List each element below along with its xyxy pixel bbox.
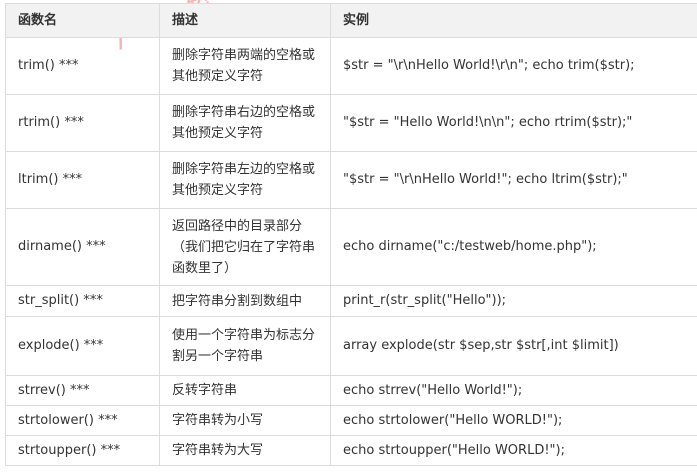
header-function-name: 函数名 [5, 3, 160, 38]
table-row: rtrim() *** 删除字符串右边的空格或其他预定义字符 "$str = "… [5, 94, 697, 152]
table-row: strrev() *** 反转字符串 echo strrev("Hello Wo… [5, 375, 697, 406]
example-cell: "$str = "Hello World!\n\n"; echo rtrim($… [330, 94, 697, 152]
example-cell: echo strtolower("Hello WORLD!"); [330, 405, 697, 436]
example-cell: echo strrev("Hello World!"); [330, 375, 697, 406]
function-name-cell: strrev() *** [5, 375, 160, 406]
table-row: strtolower() *** 字符串转为小写 echo strtolower… [5, 405, 697, 436]
table-row: str_split() *** 把字符串分割到数组中 print_r(str_s… [5, 285, 697, 317]
header-row: 函数名 描述 实例 [5, 3, 697, 38]
description-cell: 反转字符串 [159, 375, 331, 406]
function-table: 函数名 描述 实例 trim() *** 删除字符串两端的空格或其他预定义字符 … [5, 3, 697, 466]
description-cell: 把字符串分割到数组中 [159, 285, 331, 317]
example-cell: print_r(str_split("Hello")); [330, 285, 697, 317]
example-cell: echo strtoupper("Hello WORLD!"); [330, 435, 697, 466]
function-name-cell: explode() *** [5, 316, 160, 376]
example-cell: $str = "\r\nHello World!\r\n"; echo trim… [330, 37, 697, 95]
table-row: trim() *** 删除字符串两端的空格或其他预定义字符 $str = "\r… [5, 37, 697, 95]
function-name-cell: strtoupper() *** [5, 435, 160, 466]
function-name-cell: strtolower() *** [5, 405, 160, 436]
description-cell: 使用一个字符串为标志分割另一个字符串 [159, 316, 331, 376]
header-description: 描述 [159, 3, 331, 38]
function-name-cell: trim() *** [5, 37, 160, 95]
description-cell: 删除字符串两端的空格或其他预定义字符 [159, 37, 331, 95]
table-row: explode() *** 使用一个字符串为标志分割另一个字符串 array e… [5, 316, 697, 376]
header-example: 实例 [330, 3, 697, 38]
example-cell: echo dirname("c:/testweb/home.php"); [330, 208, 697, 286]
example-cell: "$str = "\r\nHello World!"; echo ltrim($… [330, 151, 697, 209]
description-cell: 返回路径中的目录部分（我们把它归在了字符串函数里了） [159, 208, 331, 286]
example-cell: array explode(str $sep,str $str[,int $li… [330, 316, 697, 376]
function-name-cell: ltrim() *** [5, 151, 160, 209]
table-row: ltrim() *** 删除字符串左边的空格或其他预定义字符 "$str = "… [5, 151, 697, 209]
function-name-cell: rtrim() *** [5, 94, 160, 152]
description-cell: 字符串转为大写 [159, 435, 331, 466]
description-cell: 字符串转为小写 [159, 405, 331, 436]
function-name-cell: dirname() *** [5, 208, 160, 286]
table-row: strtoupper() *** 字符串转为大写 echo strtoupper… [5, 435, 697, 466]
description-cell: 删除字符串左边的空格或其他预定义字符 [159, 151, 331, 209]
function-name-cell: str_split() *** [5, 285, 160, 317]
table-row: dirname() *** 返回路径中的目录部分（我们把它归在了字符串函数里了）… [5, 208, 697, 286]
description-cell: 删除字符串右边的空格或其他预定义字符 [159, 94, 331, 152]
